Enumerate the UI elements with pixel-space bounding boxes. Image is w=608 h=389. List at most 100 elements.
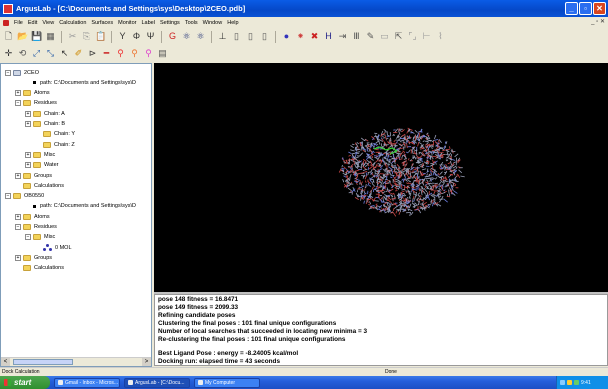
output-log[interactable]: pose 148 fitness = 16.8471 pose 149 fitne…	[154, 294, 608, 366]
close-button[interactable]: ✕	[593, 2, 606, 15]
menu-help[interactable]: Help	[227, 20, 238, 26]
dot-icon[interactable]: ●	[281, 31, 292, 42]
expand-icon[interactable]: +	[25, 110, 31, 117]
hydrogen-icon[interactable]: ⁕	[295, 31, 306, 42]
molecule-tree[interactable]: −2CEO path: C:\Documents and Settings\sys…	[0, 63, 152, 367]
pencil-icon[interactable]: ✐	[73, 48, 84, 59]
menu-file[interactable]: File	[14, 20, 23, 26]
hetero-icon[interactable]: ⇥	[337, 31, 348, 42]
select-icon[interactable]: ⇱	[393, 31, 404, 42]
collapse-icon[interactable]: −	[5, 69, 11, 76]
menu-view[interactable]: View	[42, 20, 54, 26]
title-bar[interactable]: ArgusLab - [C:\Documents and Settings\sy…	[0, 0, 608, 17]
tree-node[interactable]: + Chain: A	[25, 109, 65, 118]
tree-node[interactable]: + Water	[25, 161, 58, 170]
h-icon[interactable]: H	[323, 31, 334, 42]
new-file-icon[interactable]: 🗋	[3, 31, 14, 42]
collapse-icon[interactable]: −	[15, 100, 21, 107]
arrow-select-icon[interactable]: ↖	[59, 48, 70, 59]
tree-node[interactable]: + Groups	[15, 253, 52, 262]
tree-node[interactable]: − 2CEO	[5, 68, 39, 77]
square-icon[interactable]: ▭	[379, 31, 390, 42]
tree-node[interactable]: + Misc	[25, 150, 55, 159]
task-arguslab[interactable]: ArgusLab - [C:\Docu...	[124, 377, 190, 388]
minus-icon[interactable]: ━	[101, 48, 112, 59]
path-icon[interactable]: ⊢	[421, 31, 432, 42]
tree-node[interactable]: − OB0550	[5, 192, 44, 201]
atom-orange-icon[interactable]: ⚲	[129, 48, 140, 59]
scroll-left-button[interactable]: <	[1, 358, 10, 366]
tree-node[interactable]: path: C:\Documents and Settings\sys\D	[25, 202, 136, 211]
expand-icon[interactable]: +	[25, 121, 31, 127]
menu-label[interactable]: Label	[141, 20, 154, 26]
ligand-icon[interactable]: ⚛	[181, 31, 192, 42]
paste-icon[interactable]: 📋	[95, 31, 106, 42]
tree-node[interactable]: − Misc	[25, 233, 55, 242]
print-icon[interactable]: ▦	[45, 31, 56, 42]
expand-icon[interactable]: +	[15, 90, 21, 97]
expand-icon[interactable]: +	[25, 151, 31, 158]
perpendicular-icon[interactable]: ⊥	[217, 31, 228, 42]
task-my-computer[interactable]: My Computer	[194, 377, 260, 388]
copy-icon[interactable]: ⎘	[81, 31, 92, 42]
translate-icon[interactable]: ⟲	[17, 48, 28, 59]
tree-node[interactable]: − Residues	[15, 223, 57, 232]
tree-node[interactable]: + Groups	[15, 171, 52, 180]
menu-monitor[interactable]: Monitor	[118, 20, 136, 26]
tree-node[interactable]: Chain: Y	[35, 130, 75, 139]
y-icon[interactable]: Y	[117, 31, 128, 42]
box2-icon[interactable]: ▯	[245, 31, 256, 42]
box-icon[interactable]: ▯	[231, 31, 242, 42]
psi-icon[interactable]: Ψ	[145, 31, 156, 42]
restore-button[interactable]: ▫	[579, 2, 592, 15]
bracket-icon[interactable]: ⌜⌟	[407, 31, 418, 42]
expand-icon[interactable]: +	[25, 162, 31, 169]
arrow-icon[interactable]: ✎	[365, 31, 376, 42]
phi-icon[interactable]: Φ	[131, 31, 142, 42]
scroll-right-button[interactable]: >	[142, 358, 151, 366]
tree-node[interactable]: − Residues	[15, 99, 57, 108]
scroll-thumb[interactable]	[13, 359, 73, 365]
bond-icon[interactable]: Ⅲ	[351, 31, 362, 42]
tree-node[interactable]: + Chain: B	[25, 120, 65, 129]
residue-icon[interactable]: ⊳	[87, 48, 98, 59]
task-gmail[interactable]: Gmail - Inbox - Micros...	[54, 377, 120, 388]
menu-edit[interactable]: Edit	[28, 20, 37, 26]
document-icon[interactable]	[3, 19, 9, 26]
tree-node[interactable]: 0 MOL	[35, 243, 72, 252]
menu-surfaces[interactable]: Surfaces	[91, 20, 113, 26]
molecule-viewer[interactable]	[154, 63, 608, 292]
expand-icon[interactable]: +	[15, 213, 21, 220]
network-icon[interactable]	[560, 380, 565, 385]
tree-horizontal-scrollbar[interactable]: < >	[1, 357, 151, 366]
g-icon[interactable]: G	[167, 31, 178, 42]
tree-node[interactable]: Calculations	[15, 181, 64, 190]
zoom-icon[interactable]: ⤢	[31, 48, 42, 59]
atom-red-icon[interactable]: ⚲	[115, 48, 126, 59]
rotate-icon[interactable]: ✛	[3, 48, 14, 59]
start-button[interactable]: start	[0, 376, 50, 389]
menu-calculation[interactable]: Calculation	[59, 20, 86, 26]
zoom2-icon[interactable]: ⤡	[45, 48, 56, 59]
box3-icon[interactable]: ▯	[259, 31, 270, 42]
build-icon[interactable]: ⚛	[195, 31, 206, 42]
menu-window[interactable]: Window	[203, 20, 223, 26]
tree-node[interactable]: Calculations	[15, 264, 64, 273]
link-icon[interactable]: ⌇	[435, 31, 446, 42]
volume-icon[interactable]	[567, 380, 572, 385]
atom-pink-icon[interactable]: ⚲	[143, 48, 154, 59]
tree-node[interactable]: Chain: Z	[35, 140, 75, 149]
tree-node[interactable]: path: C:\Documents and Settings\sys\D	[25, 78, 136, 87]
grid-icon[interactable]: ▤	[157, 48, 168, 59]
expand-icon[interactable]: +	[15, 254, 21, 261]
cut-icon[interactable]: ✂	[67, 31, 78, 42]
menu-settings[interactable]: Settings	[160, 20, 180, 26]
save-icon[interactable]: 💾	[31, 31, 42, 42]
x-icon[interactable]: ✖	[309, 31, 320, 42]
collapse-icon[interactable]: −	[15, 224, 21, 230]
minimize-button[interactable]: _	[565, 2, 578, 15]
open-folder-icon[interactable]: 📂	[17, 31, 28, 42]
tree-node[interactable]: + Atoms	[15, 89, 50, 98]
security-icon[interactable]	[574, 380, 579, 385]
collapse-icon[interactable]: −	[25, 234, 31, 241]
